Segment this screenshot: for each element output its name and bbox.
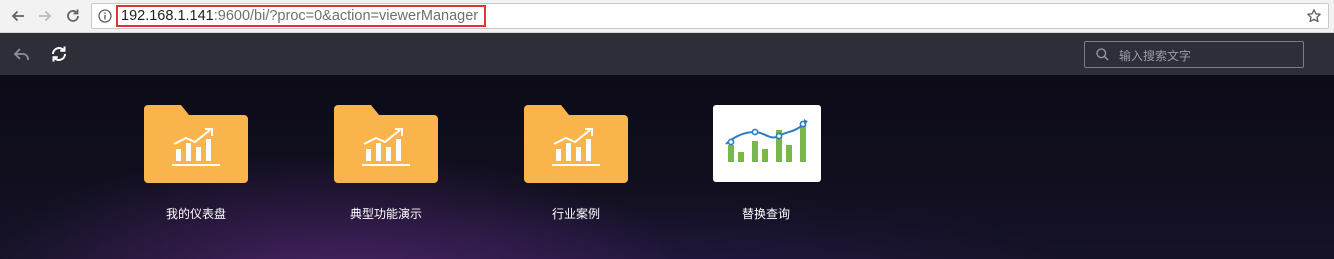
refresh-icon[interactable] — [49, 44, 69, 64]
tile-replace-query[interactable]: 替换查询 — [686, 105, 846, 230]
tile-label: 典型功能演示 — [349, 207, 422, 221]
tile-label: 替换查询 — [741, 207, 790, 221]
url-host: 192.168.1.141 — [121, 8, 214, 24]
content-area: 我的仪表盘 典型功能演示 行业案例 替换查询 — [0, 75, 1334, 259]
address-bar[interactable]: 192.168.1.141:9600/bi/?proc=0&action=vie… — [91, 3, 1329, 29]
search-box[interactable] — [1084, 41, 1304, 68]
tile-label: 行业案例 — [551, 207, 600, 221]
tile-feature-demo[interactable]: 典型功能演示 — [306, 105, 466, 230]
report-chart-icon — [713, 105, 821, 182]
folder-chart-icon — [144, 105, 248, 183]
tile-label: 我的仪表盘 — [165, 207, 226, 221]
folder-chart-icon — [334, 105, 438, 183]
info-icon[interactable] — [98, 9, 112, 23]
back-icon[interactable] — [8, 6, 28, 26]
bookmark-star-icon[interactable] — [1306, 8, 1322, 24]
url-text[interactable]: 192.168.1.141:9600/bi/?proc=0&action=vie… — [116, 5, 487, 27]
search-icon — [1096, 48, 1109, 61]
url-path: :9600/bi/?proc=0&action=viewerManager — [213, 8, 479, 24]
app-toolbar — [0, 33, 1334, 75]
forward-icon[interactable] — [35, 6, 55, 26]
browser-toolbar: 192.168.1.141:9600/bi/?proc=0&action=vie… — [0, 0, 1334, 33]
reload-icon[interactable] — [63, 6, 83, 26]
tile-my-dashboard[interactable]: 我的仪表盘 — [116, 105, 276, 230]
search-input[interactable] — [1117, 45, 1301, 66]
tile-industry-cases[interactable]: 行业案例 — [496, 105, 656, 230]
folder-chart-icon — [524, 105, 628, 183]
undo-back-icon[interactable] — [12, 44, 32, 64]
